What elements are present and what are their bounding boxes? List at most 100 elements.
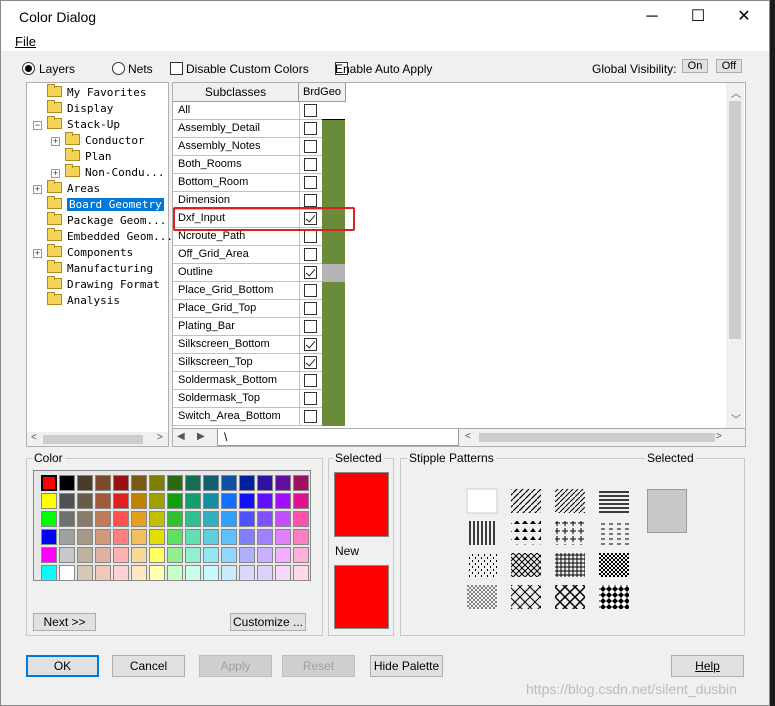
palette-swatch[interactable] <box>275 475 291 491</box>
palette-swatch[interactable] <box>167 493 183 509</box>
tree-expander-icon[interactable]: + <box>51 137 60 146</box>
table-row[interactable]: Soldermask_Top <box>173 390 345 408</box>
tree-item-label[interactable]: Embedded Geom... <box>67 230 173 243</box>
tree-item[interactable]: Display <box>47 100 113 115</box>
palette-swatch[interactable] <box>203 547 219 563</box>
palette-swatch[interactable] <box>185 511 201 527</box>
palette-swatch[interactable] <box>167 547 183 563</box>
tree-scroll-thumb[interactable] <box>43 435 143 444</box>
palette-swatch[interactable] <box>167 529 183 545</box>
palette-swatch[interactable] <box>221 547 237 563</box>
color-cell[interactable] <box>322 372 345 390</box>
color-cell[interactable] <box>322 336 345 354</box>
stipple-bold-x[interactable] <box>555 585 585 609</box>
table-row[interactable]: Silkscreen_Bottom <box>173 336 345 354</box>
visibility-checkbox[interactable] <box>304 374 317 387</box>
palette-swatch[interactable] <box>203 529 219 545</box>
color-cell[interactable] <box>322 264 345 282</box>
palette-swatch[interactable] <box>239 565 255 581</box>
table-row[interactable]: Outline <box>173 264 345 282</box>
grid-header-brdgeo[interactable]: BrdGeo <box>299 83 346 102</box>
table-row[interactable]: Assembly_Notes <box>173 138 345 156</box>
palette-swatch[interactable] <box>95 511 111 527</box>
stipple-vertical[interactable] <box>467 521 497 545</box>
palette-swatch[interactable] <box>77 565 93 581</box>
color-cell[interactable] <box>322 246 345 264</box>
palette-swatch[interactable] <box>257 547 273 563</box>
tree-item-label[interactable]: Conductor <box>85 134 145 147</box>
palette-swatch[interactable] <box>113 565 129 581</box>
palette-swatch[interactable] <box>149 493 165 509</box>
stipple-diamond-solid[interactable] <box>599 585 629 609</box>
palette-swatch[interactable] <box>167 565 183 581</box>
table-row[interactable]: Place_Grid_Bottom <box>173 282 345 300</box>
tree-item[interactable]: Stack-Up <box>47 116 120 131</box>
stipple-fine-dots[interactable] <box>467 585 497 609</box>
palette-swatch[interactable] <box>293 475 309 491</box>
palette-swatch[interactable] <box>131 475 147 491</box>
ok-button[interactable]: OK <box>26 655 99 677</box>
palette-swatch[interactable] <box>113 511 129 527</box>
tree-expander-icon[interactable]: + <box>33 185 42 194</box>
palette-swatch[interactable] <box>275 511 291 527</box>
table-row[interactable]: Bottom_Room <box>173 174 345 192</box>
next-palette-button[interactable]: Next >> <box>33 613 96 631</box>
palette-swatch[interactable] <box>257 565 273 581</box>
palette-swatch[interactable] <box>221 529 237 545</box>
palette-swatch[interactable] <box>221 565 237 581</box>
visibility-on-button[interactable]: On <box>682 59 708 73</box>
palette-swatch[interactable] <box>59 511 75 527</box>
minimize-icon[interactable]: ─ <box>629 1 675 33</box>
palette-swatch[interactable] <box>95 475 111 491</box>
palette-swatch[interactable] <box>185 493 201 509</box>
visibility-checkbox[interactable] <box>304 284 317 297</box>
palette-swatch[interactable] <box>59 547 75 563</box>
palette-swatch[interactable] <box>257 529 273 545</box>
palette-swatch[interactable] <box>167 511 183 527</box>
disable-custom-colors-label[interactable]: Disable Custom Colors <box>186 62 309 76</box>
table-row[interactable]: Silkscreen_Top <box>173 354 345 372</box>
visibility-checkbox[interactable] <box>304 302 317 315</box>
palette-swatch[interactable] <box>239 493 255 509</box>
palette-swatch[interactable] <box>41 493 57 509</box>
palette-swatch[interactable] <box>185 529 201 545</box>
tab-prev-icon[interactable]: ◀ <box>177 431 185 442</box>
scroll-left-icon[interactable]: < <box>31 432 37 443</box>
visibility-checkbox[interactable] <box>304 176 317 189</box>
palette-swatch[interactable] <box>113 529 129 545</box>
tree-expander-icon[interactable]: + <box>51 169 60 178</box>
layers-radio-dot[interactable] <box>22 62 35 75</box>
palette-swatch[interactable] <box>77 475 93 491</box>
tree-item[interactable]: Conductor <box>65 132 145 147</box>
tree-item-label[interactable]: Package Geom... <box>67 214 166 227</box>
tree-item-label[interactable]: Drawing Format <box>67 278 160 291</box>
visibility-checkbox[interactable] <box>304 104 317 117</box>
grid-hscroll-thumb[interactable] <box>479 433 715 442</box>
color-cell[interactable] <box>322 174 345 192</box>
palette-swatch[interactable] <box>167 475 183 491</box>
color-cell[interactable] <box>322 354 345 372</box>
maximize-icon[interactable]: ☐ <box>675 1 721 33</box>
palette-swatch[interactable] <box>131 529 147 545</box>
stipple-triangles[interactable] <box>511 521 541 545</box>
scroll-down-icon[interactable]: ﹀ <box>731 411 741 426</box>
palette-swatch[interactable] <box>257 493 273 509</box>
grid-vscroll-thumb[interactable] <box>729 101 741 339</box>
enable-auto-apply-label[interactable]: Enable Auto Apply <box>335 62 432 76</box>
hscroll-right-icon[interactable]: > <box>716 431 722 442</box>
palette-swatch[interactable] <box>239 529 255 545</box>
palette-swatch[interactable] <box>185 547 201 563</box>
tab-next-icon[interactable]: ▶ <box>197 431 205 442</box>
scroll-right-icon[interactable]: > <box>157 432 163 443</box>
disable-custom-colors-checkbox[interactable] <box>170 62 183 75</box>
palette-swatch[interactable] <box>275 547 291 563</box>
sheet-tab-label[interactable]: \ <box>224 430 227 444</box>
palette-swatch[interactable] <box>293 493 309 509</box>
layers-radio-label[interactable]: Layers <box>39 62 75 76</box>
hscroll-left-icon[interactable]: < <box>465 431 471 442</box>
tree-item-label[interactable]: Display <box>67 102 113 115</box>
palette-swatch[interactable] <box>149 565 165 581</box>
color-cell[interactable] <box>322 138 345 156</box>
visibility-checkbox[interactable] <box>304 320 317 333</box>
close-icon[interactable]: ✕ <box>721 1 767 33</box>
